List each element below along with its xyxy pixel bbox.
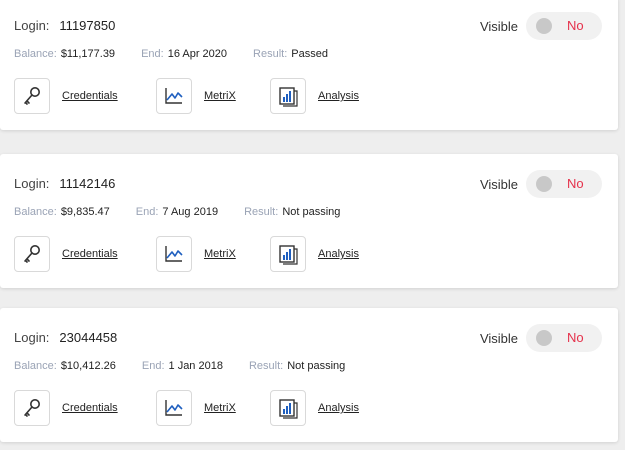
analysis-link[interactable]: Analysis	[270, 390, 359, 426]
visibility-toggle[interactable]: No	[526, 12, 602, 40]
login-value: 11142146	[59, 176, 116, 191]
login-value: 11197850	[59, 18, 116, 33]
balance-label: Balance:	[14, 360, 57, 372]
toggle-knob	[536, 18, 552, 34]
login-row: Login: 11142146	[14, 176, 115, 191]
end-value: 16 Apr 2020	[167, 48, 228, 60]
end-value: 7 Aug 2019	[162, 206, 219, 218]
account-card: Login: 23044458 Visible No Balance: $10,41…	[0, 308, 618, 442]
login-label: Login:	[14, 18, 50, 33]
result-label: Result:	[248, 360, 284, 372]
toggle-state-text: No	[567, 176, 584, 191]
end-field: End: 16 Apr 2020	[141, 48, 227, 60]
result-field: Result: Not passing	[249, 360, 345, 372]
credentials-label: Credentials	[62, 90, 118, 102]
balance-value: $9,835.47	[60, 206, 110, 218]
visible-label: Visible	[479, 176, 518, 192]
account-meta: Balance: $10,412.26 End: 1 Jan 2018 Result…	[14, 360, 371, 372]
key-icon	[14, 390, 50, 426]
key-icon	[14, 78, 50, 114]
analysis-label: Analysis	[318, 402, 359, 414]
login-row: Login: 23044458	[14, 330, 117, 345]
line-chart-icon	[156, 236, 192, 272]
toggle-knob	[536, 330, 552, 346]
metrix-link[interactable]: MetriX	[156, 78, 236, 114]
login-label: Login:	[14, 176, 50, 191]
balance-label: Balance:	[14, 206, 57, 218]
balance-field: Balance: $9,835.47	[14, 206, 110, 218]
result-value: Not passing	[282, 206, 341, 218]
result-field: Result: Passed	[253, 48, 328, 60]
login-row: Login: 11197850	[14, 18, 115, 33]
bar-chart-report-icon	[270, 390, 306, 426]
line-chart-icon	[156, 390, 192, 426]
balance-label: Balance:	[14, 48, 57, 60]
result-label: Result:	[244, 206, 279, 218]
visibility-control: Visible No	[480, 12, 602, 40]
result-value: Not passing	[287, 360, 346, 372]
account-meta: Balance: $11,177.39 End: 16 Apr 2020 Resul…	[14, 48, 354, 60]
end-label: End:	[135, 206, 159, 218]
credentials-link[interactable]: Credentials	[14, 390, 118, 426]
balance-field: Balance: $10,412.26	[14, 360, 116, 372]
analysis-label: Analysis	[318, 248, 359, 260]
toggle-state-text: No	[567, 18, 584, 33]
visibility-control: Visible No	[480, 324, 602, 352]
metrix-label: MetriX	[204, 402, 236, 414]
end-field: End: 1 Jan 2018	[142, 360, 223, 372]
login-label: Login:	[14, 330, 50, 345]
line-chart-icon	[156, 78, 192, 114]
login-value: 23044458	[59, 330, 118, 345]
visibility-control: Visible No	[480, 170, 602, 198]
balance-field: Balance: $11,177.39	[14, 48, 115, 60]
credentials-label: Credentials	[62, 402, 118, 414]
metrix-link[interactable]: MetriX	[156, 236, 236, 272]
analysis-link[interactable]: Analysis	[270, 236, 359, 272]
visibility-toggle[interactable]: No	[526, 170, 602, 198]
end-label: End:	[141, 360, 165, 372]
credentials-link[interactable]: Credentials	[14, 236, 118, 272]
account-card: Login: 11197850 Visible No Balance: $11,17…	[0, 0, 618, 130]
key-icon	[14, 236, 50, 272]
end-value: 1 Jan 2018	[168, 360, 223, 372]
visible-label: Visible	[479, 18, 518, 34]
visibility-toggle[interactable]: No	[526, 324, 602, 352]
result-label: Result:	[253, 48, 288, 60]
metrix-link[interactable]: MetriX	[156, 390, 236, 426]
visible-label: Visible	[479, 330, 518, 346]
metrix-label: MetriX	[204, 90, 236, 102]
toggle-state-text: No	[567, 330, 584, 345]
credentials-label: Credentials	[62, 248, 118, 260]
analysis-label: Analysis	[318, 90, 359, 102]
balance-value: $11,177.39	[60, 48, 116, 60]
toggle-knob	[536, 176, 552, 192]
end-field: End: 7 Aug 2019	[136, 206, 218, 218]
balance-value: $10,412.26	[60, 360, 116, 372]
credentials-link[interactable]: Credentials	[14, 78, 118, 114]
bar-chart-report-icon	[270, 78, 306, 114]
result-value: Passed	[291, 48, 328, 60]
account-meta: Balance: $9,835.47 End: 7 Aug 2019 Result:…	[14, 206, 366, 218]
result-field: Result: Not passing	[244, 206, 340, 218]
account-card: Login: 11142146 Visible No Balance: $9,835…	[0, 154, 618, 288]
analysis-link[interactable]: Analysis	[270, 78, 359, 114]
end-label: End:	[141, 48, 164, 60]
bar-chart-report-icon	[270, 236, 306, 272]
metrix-label: MetriX	[204, 248, 236, 260]
